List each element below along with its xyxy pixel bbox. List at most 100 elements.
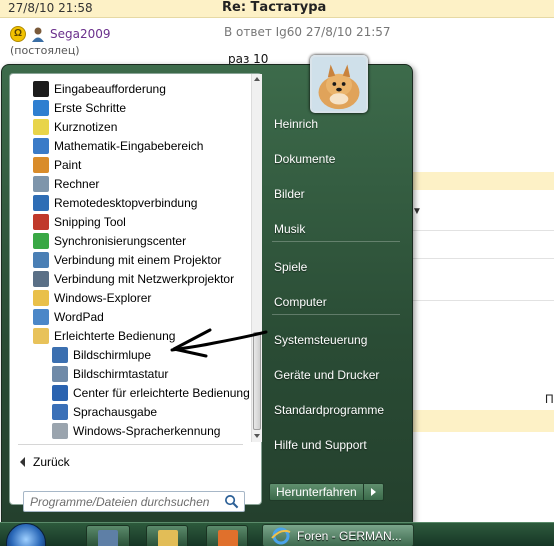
wordpad-icon	[33, 308, 49, 325]
shutdown-button[interactable]: Herunterfahren	[269, 483, 364, 501]
folder-icon	[158, 530, 178, 546]
program-label: Eingabeaufforderung	[54, 81, 166, 96]
start-menu-link[interactable]: Spiele	[266, 254, 402, 280]
program-item[interactable]: Synchronisierungscenter	[10, 231, 251, 250]
program-item[interactable]: Bildschirmtastatur	[10, 364, 251, 383]
program-item[interactable]: Bildschirmlupe	[10, 345, 251, 364]
back-arrow-icon	[20, 457, 25, 467]
start-menu-link[interactable]: Dokumente	[266, 146, 402, 172]
start-menu-link[interactable]: Geräte und Drucker	[266, 362, 402, 388]
program-label: Rechner	[54, 176, 100, 191]
reply-to-info: В ответ Ig60 27/8/10 21:57	[224, 25, 391, 39]
program-label: Windows-Spracherkennung	[73, 423, 221, 438]
remote-desktop-icon	[33, 194, 49, 211]
start-menu-link[interactable]: Standardprogramme	[266, 397, 402, 423]
program-label: Verbindung mit Netzwerkprojektor	[54, 271, 235, 286]
post-date: 27/8/10 21:58	[8, 1, 93, 15]
keyboard-icon	[98, 530, 118, 546]
taskbar-media-app[interactable]	[206, 525, 248, 546]
program-label: Erste Schritte	[54, 100, 127, 115]
program-label: WordPad	[54, 309, 104, 324]
start-menu-link[interactable]: Musik	[266, 216, 402, 242]
program-label: Verbindung mit einem Projektor	[54, 252, 222, 267]
program-label: Sprachausgabe	[73, 404, 158, 419]
program-label: Snipping Tool	[54, 214, 126, 229]
program-item[interactable]: Paint	[10, 155, 251, 174]
search-box[interactable]	[23, 491, 245, 512]
back-label: Zurück	[33, 455, 70, 469]
shutdown-group: Herunterfahren	[269, 483, 384, 501]
program-item[interactable]: Rechner	[10, 174, 251, 193]
search-input[interactable]	[24, 492, 222, 511]
search-icon[interactable]	[224, 494, 239, 509]
program-item[interactable]: Eingabeaufforderung	[10, 79, 251, 98]
program-item[interactable]: Verbindung mit Netzwerkprojektor	[10, 269, 251, 288]
program-item[interactable]: Remotedesktopverbindung	[10, 193, 251, 212]
user-avatar[interactable]	[310, 55, 368, 113]
ease-of-access-icon	[52, 384, 68, 401]
program-label: Mathematik-Eingabebereich	[54, 138, 204, 153]
math-input-icon	[33, 137, 49, 154]
program-label: Erleichterte Bedienung	[54, 328, 176, 343]
cmd-icon	[33, 80, 49, 97]
program-label: Remotedesktopverbindung	[54, 195, 198, 210]
program-item[interactable]: Windows-Explorer	[10, 288, 251, 307]
magnifier-icon	[52, 346, 68, 363]
narrator-icon	[52, 403, 68, 420]
program-label: Bildschirmlupe	[73, 347, 152, 362]
start-menu: Eingabeaufforderung Erste Schritte Kurznot…	[1, 55, 413, 523]
places-pane: Heinrich Dokumente Bilder Musik Spiele Comput…	[260, 55, 412, 522]
sticky-notes-icon	[33, 118, 49, 135]
program-item[interactable]: Erleichterte Bedienung	[10, 326, 251, 345]
media-player-icon	[218, 530, 238, 546]
projector-icon	[33, 251, 49, 268]
divider	[412, 230, 554, 231]
program-item[interactable]: Center für erleichterte Bedienung	[10, 383, 251, 402]
dog-picture	[312, 57, 366, 111]
folder-icon	[33, 327, 49, 344]
rank-badge-icon: Ω	[10, 26, 26, 42]
program-item[interactable]: Windows-Spracherkennung	[10, 421, 251, 440]
divider	[272, 241, 400, 242]
start-menu-link[interactable]: Systemsteuerung	[266, 327, 402, 353]
getting-started-icon	[33, 99, 49, 116]
ie-icon	[271, 527, 291, 544]
program-item[interactable]: Kurznotizen	[10, 117, 251, 136]
taskbar-keyboard-app[interactable]	[86, 525, 130, 546]
user-info: Ω Sega2009	[10, 24, 111, 44]
back-button[interactable]: Zurück	[20, 454, 70, 470]
programs-pane: Eingabeaufforderung Erste Schritte Kurznot…	[9, 73, 262, 512]
sync-center-icon	[33, 232, 49, 249]
program-item[interactable]: Sprachausgabe	[10, 402, 251, 421]
divider	[272, 314, 400, 315]
network-projector-icon	[33, 270, 49, 287]
program-label: Synchronisierungscenter	[54, 233, 187, 248]
program-item[interactable]: Verbindung mit einem Projektor	[10, 250, 251, 269]
divider	[18, 444, 243, 445]
post-title[interactable]: Re: Тастатура	[222, 0, 326, 15]
taskbar-explorer-app[interactable]	[146, 525, 188, 546]
post-header-strip	[412, 172, 554, 190]
start-menu-link[interactable]: Hilfe und Support	[266, 432, 402, 458]
edge-text: П	[545, 392, 554, 406]
start-menu-link[interactable]: Computer	[266, 289, 402, 315]
start-button[interactable]	[6, 523, 46, 546]
divider	[412, 258, 554, 259]
taskbar-browser-label: Foren - GERMAN...	[297, 528, 402, 543]
microphone-icon	[52, 422, 68, 439]
program-item[interactable]: Mathematik-Eingabebereich	[10, 136, 251, 155]
divider	[412, 300, 554, 301]
program-item[interactable]: Snipping Tool	[10, 212, 251, 231]
user-status: (постоялец)	[10, 44, 80, 57]
program-item[interactable]: WordPad	[10, 307, 251, 326]
program-label: Bildschirmtastatur	[73, 366, 169, 381]
start-menu-link[interactable]: Bilder	[266, 181, 402, 207]
start-menu-link[interactable]: Heinrich	[266, 111, 402, 137]
program-item[interactable]: Erste Schritte	[10, 98, 251, 117]
taskbar-browser-task[interactable]: Foren - GERMAN...	[262, 524, 414, 546]
username-link[interactable]: Sega2009	[50, 27, 111, 41]
program-label: Paint	[54, 157, 82, 172]
taskbar: Foren - GERMAN...	[0, 522, 554, 546]
snipping-tool-icon	[33, 213, 49, 230]
shutdown-options-arrow-icon[interactable]	[363, 483, 384, 501]
